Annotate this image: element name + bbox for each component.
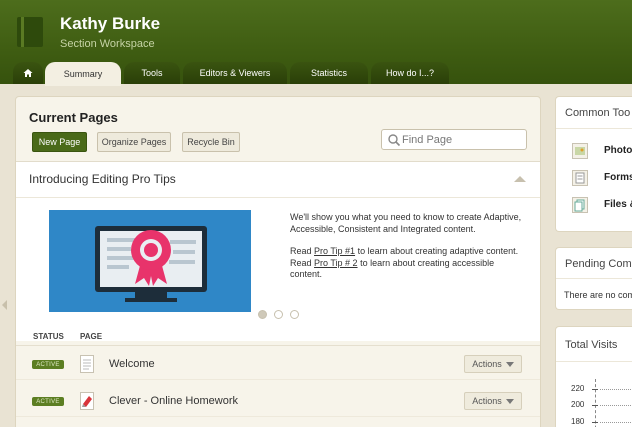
pro-tips-header[interactable]: Introducing Editing Pro Tips bbox=[16, 162, 540, 198]
card-title: Total Visits bbox=[565, 339, 618, 351]
actions-label: Actions bbox=[472, 396, 502, 406]
page-icon bbox=[80, 355, 94, 373]
divider bbox=[556, 278, 632, 279]
tool-files[interactable]: Files & bbox=[572, 197, 632, 213]
tip-paragraph: We'll show you what you need to know to … bbox=[290, 212, 522, 234]
tool-forms[interactable]: Forms bbox=[572, 170, 632, 186]
status-badge: ACTIVE bbox=[32, 397, 64, 406]
site-title: Kathy Burke bbox=[60, 14, 161, 33]
organize-pages-button[interactable]: Organize Pages bbox=[97, 132, 171, 152]
status-badge: ACTIVE bbox=[32, 360, 64, 369]
tab-home[interactable] bbox=[13, 62, 43, 84]
card-title: Common Too bbox=[565, 107, 631, 119]
tab-statistics[interactable]: Statistics bbox=[290, 62, 368, 84]
tip-paragraph: Read Pro Tip #1 to learn about creating … bbox=[290, 246, 522, 281]
axis-tick bbox=[592, 389, 598, 390]
collapse-arrow-icon[interactable] bbox=[2, 300, 7, 310]
workspace-logo-icon bbox=[17, 17, 43, 47]
monitor-award-icon bbox=[95, 226, 207, 302]
col-status: STATUS bbox=[33, 332, 64, 341]
site-header: Kathy Burke Section Workspace Summary To… bbox=[0, 0, 632, 86]
pending-message: There are no com bbox=[564, 290, 632, 300]
grid-line bbox=[600, 422, 632, 423]
axis-tick-label: 220 bbox=[571, 384, 585, 393]
new-page-button[interactable]: New Page bbox=[32, 132, 87, 152]
actions-button[interactable]: Actions bbox=[464, 392, 522, 410]
actions-label: Actions bbox=[472, 359, 502, 369]
carousel-dot[interactable] bbox=[290, 310, 299, 319]
header-top-edge bbox=[0, 0, 632, 4]
tool-label: Photo bbox=[604, 145, 632, 156]
table-row[interactable]: ACTIVE Welcome Actions bbox=[16, 347, 540, 380]
carousel-dot[interactable] bbox=[274, 310, 283, 319]
find-page-box[interactable] bbox=[381, 129, 527, 150]
chevron-down-icon bbox=[505, 361, 514, 367]
main-nav: Summary Tools Editors & Viewers Statisti… bbox=[0, 62, 632, 86]
pro-tips-text: We'll show you what you need to know to … bbox=[290, 212, 522, 292]
recycle-bin-button[interactable]: Recycle Bin bbox=[182, 132, 240, 152]
tab-label: Tools bbox=[141, 68, 163, 78]
chevron-down-icon bbox=[505, 398, 514, 404]
divider bbox=[556, 361, 632, 362]
tab-how-do-i[interactable]: How do I...? bbox=[371, 62, 449, 84]
files-icon bbox=[572, 197, 588, 213]
tab-tools[interactable]: Tools bbox=[124, 62, 180, 84]
tab-label: Summary bbox=[63, 69, 103, 79]
pro-tips-section: Introducing Editing Pro Tips We'll show … bbox=[16, 161, 540, 341]
pro-tip-1-link[interactable]: Pro Tip #1 bbox=[314, 246, 355, 256]
tab-editors-viewers[interactable]: Editors & Viewers bbox=[183, 62, 287, 84]
pro-tips-title: Introducing Editing Pro Tips bbox=[29, 172, 176, 186]
link-page-icon bbox=[80, 392, 94, 410]
chart-axis bbox=[595, 379, 596, 427]
pro-tips-banner[interactable] bbox=[49, 210, 251, 312]
photo-icon bbox=[572, 143, 588, 159]
tool-photo[interactable]: Photo bbox=[572, 143, 632, 159]
tab-label: Statistics bbox=[310, 68, 347, 78]
axis-tick-label: 200 bbox=[571, 400, 585, 409]
axis-tick-label: 180 bbox=[571, 417, 585, 426]
site-subtitle: Section Workspace bbox=[60, 38, 155, 50]
tab-label: Editors & Viewers bbox=[199, 68, 271, 78]
home-icon bbox=[23, 69, 33, 77]
tip-text-fragment: Read bbox=[290, 246, 315, 256]
tool-label: Files & bbox=[604, 199, 632, 210]
tab-label: How do I...? bbox=[385, 68, 435, 78]
search-icon bbox=[388, 134, 401, 147]
common-tools-card: Common Too Photo Forms Files & bbox=[555, 96, 632, 232]
grid-line bbox=[600, 405, 632, 406]
find-page-input[interactable] bbox=[402, 131, 522, 148]
col-page: PAGE bbox=[80, 332, 103, 341]
panel-title: Current Pages bbox=[29, 110, 118, 125]
forms-icon bbox=[572, 170, 588, 186]
page-name[interactable]: Clever - Online Homework bbox=[109, 395, 238, 407]
page-name[interactable]: Welcome bbox=[109, 358, 155, 370]
pro-tip-2-link[interactable]: Pro Tip # 2 bbox=[314, 258, 358, 268]
divider bbox=[556, 128, 632, 129]
carousel-dot[interactable] bbox=[258, 310, 267, 319]
tab-summary[interactable]: Summary bbox=[45, 62, 121, 86]
table-row[interactable]: ACTIVE Clever - Online Homework Actions bbox=[16, 384, 540, 417]
current-pages-panel: Current Pages New Page Organize Pages Re… bbox=[15, 96, 541, 427]
total-visits-card: Total Visits 220 200 180 bbox=[555, 326, 632, 427]
actions-button[interactable]: Actions bbox=[464, 355, 522, 373]
axis-tick bbox=[592, 422, 598, 423]
card-title: Pending Com bbox=[565, 258, 632, 270]
axis-tick bbox=[592, 405, 598, 406]
pages-table-header: STATUS PAGE bbox=[16, 328, 540, 346]
pending-comments-card: Pending Com There are no com bbox=[555, 247, 632, 310]
tool-label: Forms bbox=[604, 172, 632, 183]
collapse-caret-icon[interactable] bbox=[514, 176, 526, 182]
grid-line bbox=[600, 389, 632, 390]
